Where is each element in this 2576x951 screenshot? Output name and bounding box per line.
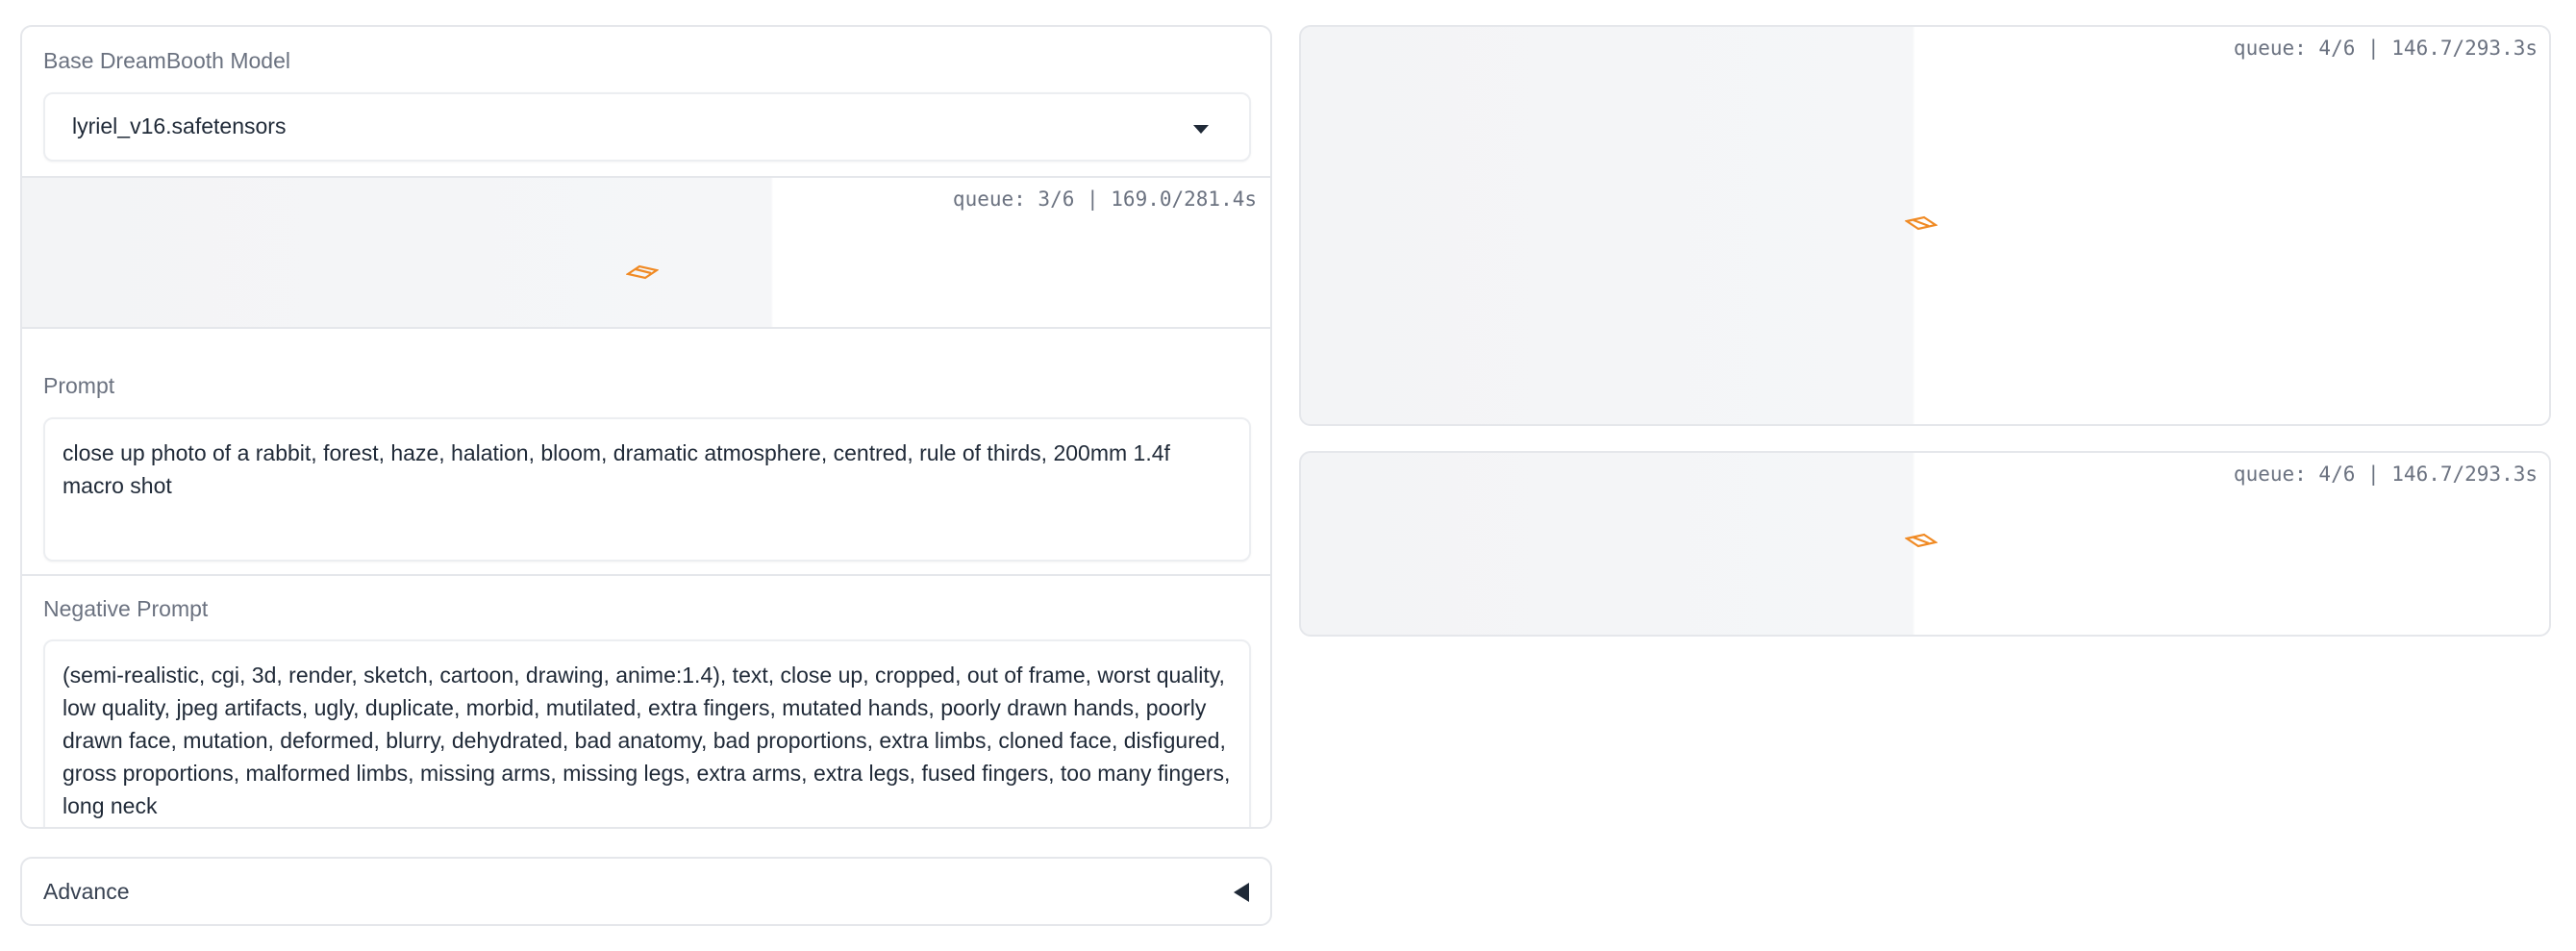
- advance-label: Advance: [43, 879, 130, 904]
- model-select-dropdown[interactable]: lyriel_v16.safetensors: [43, 92, 1251, 162]
- negative-prompt-label: Negative Prompt: [43, 596, 209, 621]
- loading-spinner-icon: [1905, 215, 1938, 231]
- negative-prompt-block: Negative Prompt (semi-realistic, cgi, 3d…: [22, 576, 1270, 827]
- model-select-block: Base DreamBooth Model lyriel_v16.safeten…: [22, 27, 1270, 178]
- prompt-textarea[interactable]: close up photo of a rabbit, forest, haze…: [43, 417, 1251, 562]
- queue-status: queue: 4/6 | 146.7/293.3s: [2233, 37, 2538, 60]
- input-panel: Base DreamBooth Model lyriel_v16.safeten…: [20, 25, 1272, 829]
- advance-accordion[interactable]: Advance: [20, 857, 1272, 926]
- chevron-down-icon[interactable]: [1193, 125, 1209, 134]
- loading-spinner-icon: [626, 264, 659, 280]
- queue-status: queue: 3/6 | 169.0/281.4s: [952, 188, 1257, 211]
- prompt-label: Prompt: [43, 373, 115, 398]
- app-root: Base DreamBooth Model lyriel_v16.safeten…: [0, 0, 2576, 951]
- negative-prompt-textarea[interactable]: (semi-realistic, cgi, 3d, render, sketch…: [43, 639, 1251, 827]
- model-status-area: queue: 3/6 | 169.0/281.4s: [22, 178, 1270, 327]
- model-select-label: Base DreamBooth Model: [43, 48, 290, 73]
- output-gallery: queue: 4/6 | 146.7/293.3s: [1299, 25, 2551, 426]
- output-info: queue: 4/6 | 146.7/293.3s: [1299, 451, 2551, 637]
- collapse-arrow-icon[interactable]: [1234, 883, 1249, 902]
- queue-status: queue: 4/6 | 146.7/293.3s: [2233, 463, 2538, 486]
- loading-spinner-icon: [1905, 533, 1938, 548]
- model-select-value: lyriel_v16.safetensors: [72, 113, 287, 138]
- prompt-block: Prompt close up photo of a rabbit, fores…: [22, 329, 1270, 574]
